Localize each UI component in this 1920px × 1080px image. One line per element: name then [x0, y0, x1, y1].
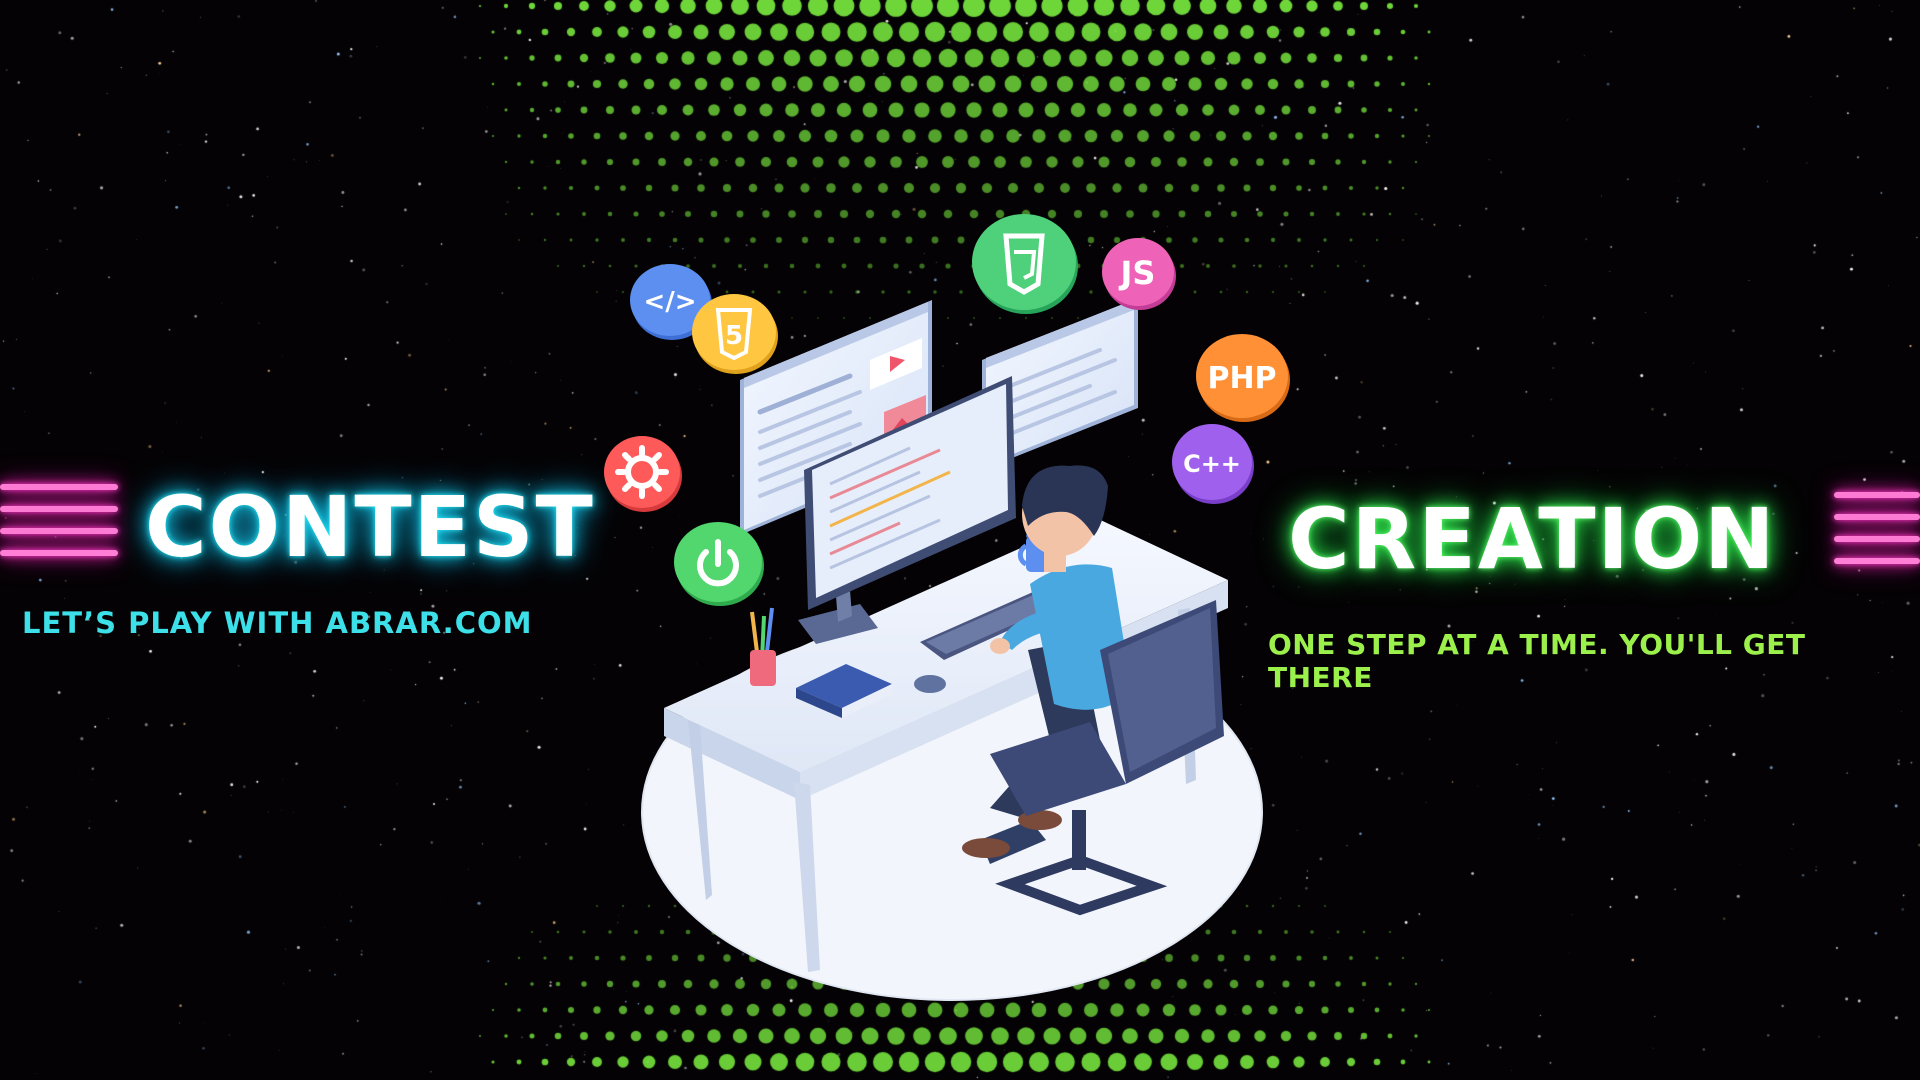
gear-badge: [604, 436, 682, 512]
php-badge: PHP: [1196, 334, 1290, 422]
pencil-cup: [750, 607, 776, 686]
code-badge-label: </>: [643, 287, 696, 317]
tagline-right: ONE STEP AT A TIME. YOU'LL GET THERE: [1268, 628, 1806, 694]
neon-stripe: [0, 484, 118, 490]
right-neon-stripes: [1834, 492, 1920, 580]
php-badge-label: PHP: [1207, 361, 1276, 396]
neon-stripe: [1834, 492, 1920, 498]
tagline-left: LET’S PLAY WITH ABRAR.COM: [22, 606, 533, 640]
developer-desk-illustration: </> 5 JS PHP C++: [604, 214, 1290, 1001]
cpp-badge: C++: [1172, 424, 1254, 504]
neon-stripe: [0, 528, 118, 534]
headline-contest: CONTEST: [145, 478, 595, 576]
css3-badge: [972, 214, 1078, 314]
neon-stripe: [0, 506, 118, 512]
power-badge: [674, 522, 764, 606]
left-neon-stripes: [0, 484, 118, 572]
headline-creation: CREATION: [1288, 490, 1777, 588]
html5-badge: 5: [692, 294, 778, 374]
neon-stripe: [1834, 536, 1920, 542]
neon-stripe: [0, 550, 118, 556]
html5-badge-label: 5: [725, 321, 743, 351]
neon-stripe: [1834, 558, 1920, 564]
js-badge-label: JS: [1119, 254, 1156, 292]
js-badge: JS: [1102, 238, 1176, 310]
cpp-badge-label: C++: [1183, 450, 1241, 478]
mouse: [914, 675, 946, 693]
neon-stripe: [1834, 514, 1920, 520]
